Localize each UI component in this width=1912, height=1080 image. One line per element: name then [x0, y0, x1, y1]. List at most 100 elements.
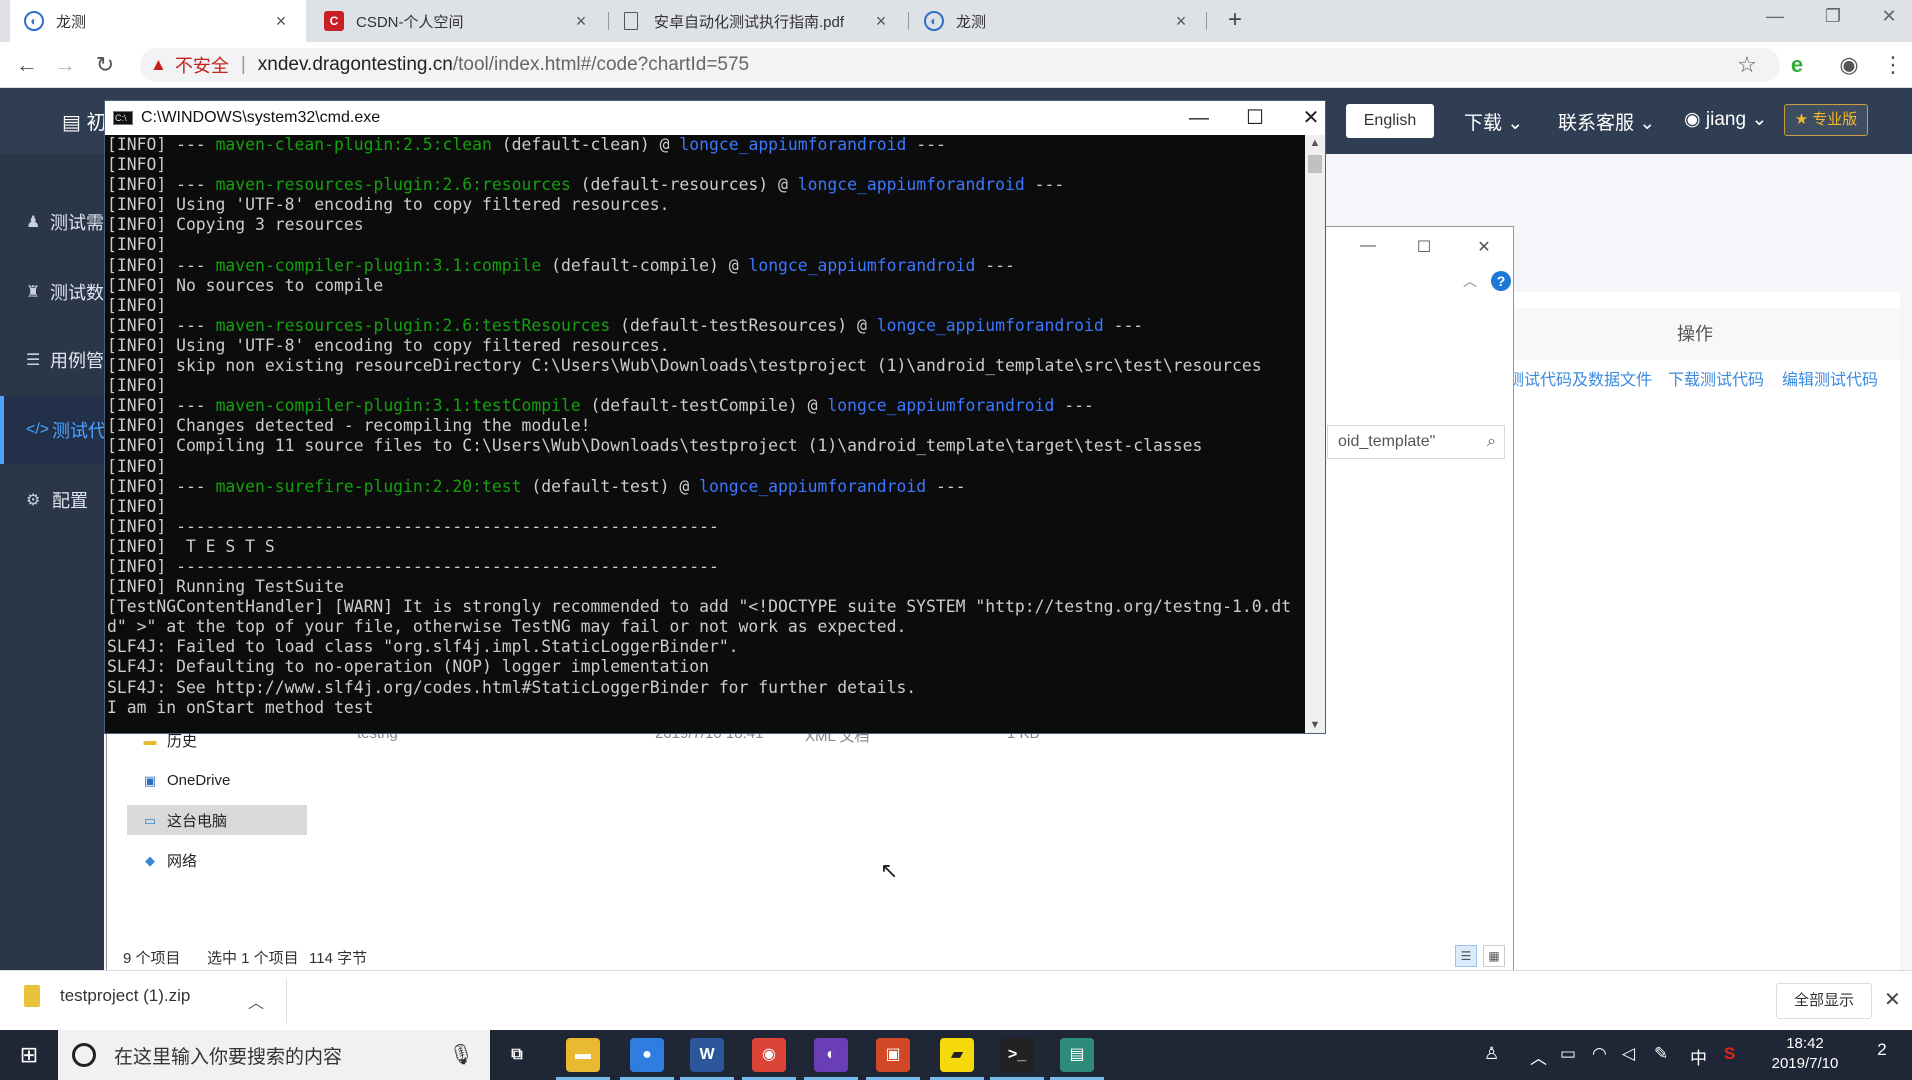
battery-icon[interactable]: ▭ — [1560, 1044, 1576, 1064]
ime-indicator[interactable]: 中 — [1690, 1044, 1707, 1069]
cmd-title-bar[interactable]: C:\ C:\WINDOWS\system32\cmd.exe — [105, 101, 1325, 135]
op-link-edit-code[interactable]: 编辑测试代码 — [1782, 366, 1878, 390]
show-all-button[interactable]: 全部显示 — [1776, 983, 1872, 1019]
tab-title: 安卓自动化测试执行指南.pdf — [654, 13, 845, 31]
cmd-icon[interactable]: >_ — [990, 1038, 1044, 1080]
back-arrow-icon[interactable]: ← — [12, 50, 42, 80]
close-icon[interactable]: × — [870, 11, 892, 32]
menu-dots-icon[interactable]: ⋮ — [1878, 50, 1908, 80]
tab-csdn[interactable]: C CSDN-个人空间 × — [310, 0, 606, 42]
task-view-icon[interactable]: ⧉ — [500, 1038, 534, 1072]
console-segment: --- — [1024, 175, 1065, 195]
download-item[interactable]: testproject (1).zip — [24, 985, 190, 1007]
restore-icon[interactable]: ❐ — [1818, 6, 1848, 27]
show-hidden-icons-icon[interactable]: ︿ — [1530, 1044, 1547, 1069]
op-link-download-code[interactable]: 下载测试代码 — [1668, 366, 1764, 390]
tab-longce-2[interactable]: ◐ 龙测 × — [910, 0, 1206, 42]
console-segment: --- — [1103, 315, 1144, 335]
close-icon[interactable]: ✕ — [1291, 105, 1331, 131]
presentation-app-icon[interactable]: ▣ — [866, 1038, 920, 1080]
people-icon[interactable]: ♙ — [1484, 1044, 1499, 1064]
language-button[interactable]: English — [1346, 104, 1434, 138]
minimize-icon[interactable]: — — [1353, 237, 1383, 255]
sidebar-item-test-code[interactable]: </> 测试代 — [0, 396, 104, 464]
sticky-notes-icon[interactable]: ▰ — [930, 1038, 984, 1080]
nav-support[interactable]: 联系客服 ⌄ — [1558, 108, 1655, 135]
nav-item-this-pc[interactable]: ▭ 这台电脑 — [127, 805, 307, 835]
close-icon[interactable]: ✕ — [1884, 987, 1901, 1012]
help-icon[interactable]: ? — [1491, 271, 1511, 291]
close-window-icon[interactable]: ✕ — [1874, 6, 1904, 27]
console-line: [INFO] Using 'UTF-8' encoding to copy fi… — [107, 195, 1301, 215]
nav-download[interactable]: 下载 ⌄ — [1464, 108, 1523, 135]
console-segment: maven-clean-plugin:2.5:clean — [215, 135, 492, 154]
sidebar-item-requirements[interactable]: ♟ 测试需 — [0, 202, 104, 242]
close-icon[interactable]: × — [1170, 11, 1192, 32]
new-tab-button[interactable]: + — [1220, 6, 1250, 34]
taskbar-search[interactable]: 在这里输入你要搜索的内容 🎙 — [58, 1030, 490, 1080]
file-explorer-icon[interactable]: ▬ — [556, 1038, 610, 1080]
console-segment: [INFO] — [107, 496, 167, 516]
close-icon[interactable]: ✕ — [1469, 237, 1499, 257]
media-app-icon[interactable]: ◐ — [804, 1038, 858, 1080]
sidebar-item-config[interactable]: ⚙ 配置 — [0, 480, 104, 520]
wifi-icon[interactable]: ◠ — [1592, 1044, 1607, 1064]
user-menu[interactable]: ◉ jiang ⌄ — [1684, 108, 1767, 131]
console-segment: longce_appiumforandroid — [699, 476, 927, 496]
large-icons-view-icon[interactable]: ▦ — [1483, 945, 1505, 967]
tab-divider — [1206, 12, 1207, 30]
console-segment: longce_appiumforandroid — [748, 255, 976, 275]
close-icon[interactable]: × — [570, 11, 592, 32]
details-view-icon[interactable]: ☰ — [1455, 945, 1477, 967]
chrome-icon[interactable]: ◉ — [742, 1038, 796, 1080]
scroll-thumb[interactable] — [1308, 155, 1322, 173]
notification-center-icon[interactable]: 2 — [1868, 1040, 1896, 1068]
collapse-ribbon-icon[interactable]: ︿ — [1463, 271, 1477, 291]
tab-pdf[interactable]: 安卓自动化测试执行指南.pdf × — [610, 0, 906, 42]
microphone-icon[interactable]: 🎙 — [449, 1042, 474, 1067]
minimize-icon[interactable]: — — [1760, 6, 1790, 27]
sidebar-item-cases[interactable]: ☰ 用例管 — [0, 340, 104, 380]
code-icon: </> — [26, 421, 50, 438]
forward-arrow-icon[interactable]: → — [50, 50, 80, 80]
user-icon: ♟ — [26, 214, 41, 231]
nav-download-label: 下载 — [1464, 113, 1503, 134]
maximize-icon[interactable]: ☐ — [1235, 105, 1275, 131]
windows-start-icon[interactable]: ⊞ — [16, 1042, 42, 1068]
minimize-icon[interactable]: — — [1179, 105, 1219, 131]
volume-icon[interactable]: ◁ — [1622, 1044, 1635, 1064]
close-icon[interactable]: × — [270, 11, 292, 32]
console-output[interactable]: [INFO] --- maven-clean-plugin:2.5:clean … — [105, 135, 1303, 733]
sogou-input-icon[interactable]: S — [1724, 1044, 1735, 1064]
profile-icon[interactable]: ◉ — [1834, 50, 1864, 80]
console-segment: (default-compile) @ — [541, 255, 749, 275]
window-app-icon[interactable]: ▤ — [1050, 1038, 1104, 1080]
extension-icon[interactable]: e — [1782, 50, 1812, 80]
tab-longce-active[interactable]: ◐ 龙测 × — [10, 0, 306, 42]
search-icon: ⌕ — [1487, 433, 1496, 450]
bookmark-star-icon[interactable]: ☆ — [1732, 50, 1762, 80]
console-segment: [INFO] Using 'UTF-8' encoding to copy fi… — [107, 335, 670, 355]
windows-taskbar: ⊞ 在这里输入你要搜索的内容 🎙 ⧉ ▬ ● W ◉ ◐ ▣ ▰ >_ ▤ ♙ ︿ ▭ ◠ ◁ ✎… — [0, 1030, 1912, 1080]
pen-icon[interactable]: ✎ — [1654, 1044, 1668, 1064]
sidebar-item-test-data[interactable]: ♜ 测试数 — [0, 272, 104, 312]
reload-icon[interactable]: ↻ — [90, 50, 120, 80]
nav-item-network[interactable]: ◆ 网络 — [127, 845, 307, 875]
cmd-scrollbar[interactable]: ▲ ▼ — [1305, 135, 1325, 733]
console-segment: (default-clean) @ — [491, 135, 680, 154]
scroll-down-icon[interactable]: ▼ — [1305, 719, 1325, 731]
folder-icon: ▬ — [143, 733, 157, 748]
pro-badge[interactable]: ★ 专业版 — [1784, 104, 1868, 136]
word-icon[interactable]: W — [680, 1038, 734, 1080]
maximize-icon[interactable]: ☐ — [1409, 237, 1439, 257]
scroll-up-icon[interactable]: ▲ — [1305, 137, 1325, 149]
explorer-search-input[interactable]: oid_template" ⌕ — [1327, 425, 1505, 459]
system-clock[interactable]: 18:42 2019/7/10 — [1760, 1034, 1850, 1074]
op-link-code-data-files[interactable]: 测试代码及数据文件 — [1508, 366, 1652, 390]
sidebar-item-label: 用例管 — [50, 351, 104, 371]
nav-item-onedrive[interactable]: ▣ OneDrive — [127, 765, 307, 795]
chevron-up-icon[interactable]: ︿ — [248, 989, 264, 1013]
address-bar[interactable]: ▲ 不安全 | xndev.dragontesting.cn /tool/ind… — [140, 48, 1780, 82]
console-segment: [INFO] --- — [107, 476, 216, 496]
browser-icon[interactable]: ● — [620, 1038, 674, 1080]
